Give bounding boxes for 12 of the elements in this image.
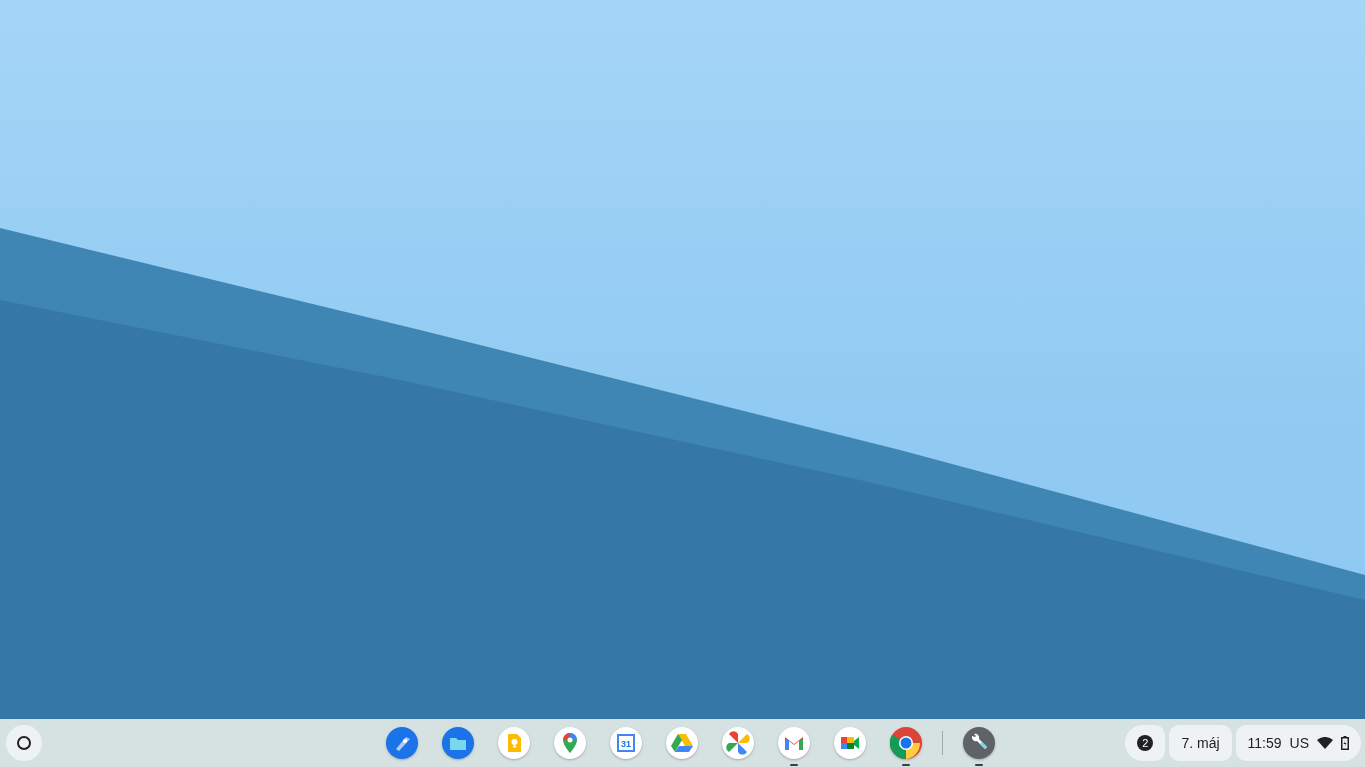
notification-pill[interactable]: 2 <box>1125 725 1166 761</box>
status-area[interactable]: 11:59 US <box>1235 725 1361 761</box>
battery-icon <box>1341 736 1349 750</box>
wifi-icon <box>1317 737 1333 749</box>
chrome-app-button[interactable] <box>890 727 922 766</box>
clock-time: 11:59 <box>1247 735 1282 751</box>
wrench-app-button[interactable] <box>963 727 995 766</box>
date-button[interactable]: 7. máj <box>1169 725 1232 761</box>
notification-count: 2 <box>1137 735 1154 751</box>
gmail-app-button[interactable] <box>778 727 810 766</box>
launcher-button[interactable] <box>6 725 42 761</box>
keyboard-layout: US <box>1289 735 1309 751</box>
